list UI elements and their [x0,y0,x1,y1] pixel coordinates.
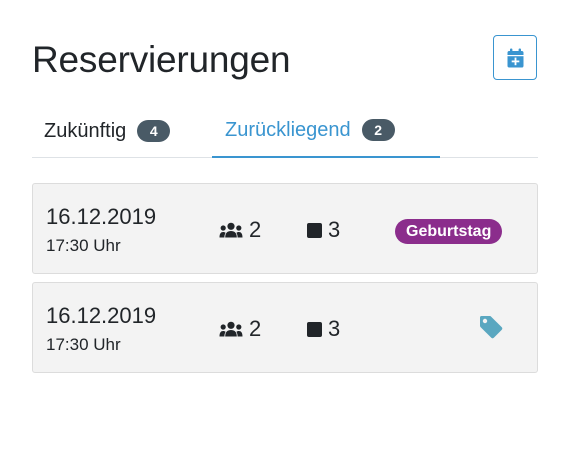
guest-count: 2 [219,316,261,342]
reservation-time: 17:30 Uhr [46,236,121,255]
table-count: 3 [307,217,340,243]
add-occasion-tag-icon[interactable] [478,315,504,344]
reservation-item[interactable]: 16.12.2019 17:30 Uhr 2 3 Geburtstag [32,183,538,274]
tab-past-count: 2 [361,119,395,141]
users-icon [219,222,243,238]
tab-upcoming[interactable]: Zukünftig 4 [44,104,171,158]
reservation-tabs: Zukünftig 4 Zurückliegend 2 [32,104,538,158]
table-icon [307,222,322,238]
tag-icon [480,316,503,339]
guest-count-value: 2 [249,217,262,242]
reservation-time: 17:30 Uhr [46,335,121,354]
guest-count-value: 2 [249,316,262,341]
occasion-badge: Geburtstag [395,219,503,244]
tab-upcoming-label: Zukünftig [44,119,127,142]
reservation-date: 16.12.2019 [46,303,157,328]
reservation-date: 16.12.2019 [46,204,157,229]
table-icon [307,321,322,337]
reservation-item[interactable]: 16.12.2019 17:30 Uhr 2 3 [32,282,538,373]
guest-count: 2 [219,217,261,243]
calendar-plus-icon [507,48,523,67]
table-count-value: 3 [328,316,341,341]
table-count: 3 [307,316,340,342]
table-count-value: 3 [328,217,341,242]
reservations-page: Reservierungen Zukünftig 4 Zurückliegend… [0,0,569,457]
page-title: Reservierungen [32,39,291,80]
tab-past[interactable]: Zurückliegend 2 [212,104,440,158]
tab-past-label: Zurückliegend [225,118,351,141]
add-reservation-button[interactable] [493,35,537,80]
tab-upcoming-count: 4 [137,120,171,142]
users-icon [219,321,243,337]
